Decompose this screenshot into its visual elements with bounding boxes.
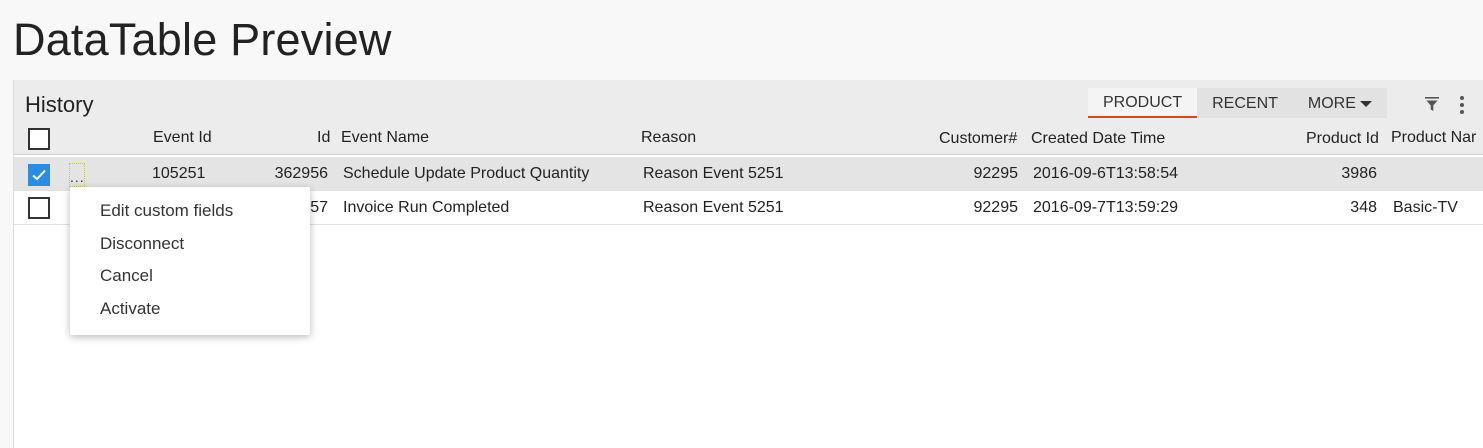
tab-recent[interactable]: RECENT (1197, 88, 1293, 118)
tab-product-label: PRODUCT (1103, 93, 1183, 111)
table-row[interactable]: ... 105251 362956 Schedule Update Produc… (14, 157, 1483, 191)
cell-customer: 92295 (973, 199, 1019, 216)
vertical-ellipsis-icon[interactable] (1456, 94, 1468, 116)
filter-icon[interactable] (1423, 95, 1441, 113)
cell-created-date-time: 2016-09-7T13:59:29 (1033, 199, 1178, 216)
cell-product-id: 348 (1350, 199, 1377, 216)
row-context-menu: Edit custom fields Disconnect Cancel Act… (70, 187, 310, 335)
cell-created-date-time: 2016-09-6T13:58:54 (1033, 165, 1178, 182)
cell-reason: Reason Event 5251 (643, 199, 784, 216)
table-header-row: Event Id Id Event Name Reason Customer# … (14, 124, 1483, 154)
tab-bar: PRODUCT RECENT MORE (1088, 88, 1387, 118)
checkmark-icon (32, 169, 46, 181)
tab-product[interactable]: PRODUCT (1088, 88, 1198, 118)
cell-event-name: Invoice Run Completed (343, 199, 510, 216)
cell-event-id: 105251 (152, 165, 206, 182)
menu-item-cancel[interactable]: Cancel (70, 260, 310, 293)
menu-item-disconnect[interactable]: Disconnect (70, 228, 310, 261)
column-header-product-id[interactable]: Product Id (1306, 130, 1379, 148)
cell-customer: 92295 (973, 165, 1019, 182)
select-all-checkbox[interactable] (28, 128, 50, 150)
row-checkbox[interactable] (28, 197, 50, 219)
cell-reason: Reason Event 5251 (643, 165, 784, 182)
caret-down-icon (1359, 101, 1372, 107)
cell-event-name: Schedule Update Product Quantity (343, 165, 590, 182)
column-header-id[interactable]: Id (317, 129, 330, 147)
column-header-event-id[interactable]: Event Id (153, 129, 212, 147)
menu-item-edit-custom-fields[interactable]: Edit custom fields (70, 195, 310, 228)
cell-product-id: 3986 (1341, 165, 1377, 182)
tab-recent-label: RECENT (1212, 94, 1278, 112)
column-header-customer[interactable]: Customer# (939, 130, 1017, 148)
column-header-reason[interactable]: Reason (641, 129, 696, 147)
column-header-product-name[interactable]: Product Nar (1391, 129, 1476, 147)
panel-header: History PRODUCT RECENT MORE Event Id Id … (14, 80, 1483, 155)
column-header-created-date-time[interactable]: Created Date Time (1031, 130, 1165, 148)
tab-more-label: MORE (1307, 94, 1356, 112)
cell-id: 362956 (274, 165, 328, 182)
panel-title: History (25, 92, 94, 117)
cell-product-name: Basic-TV (1393, 199, 1458, 216)
row-checkbox[interactable] (28, 164, 50, 186)
tab-more-dropdown[interactable]: MORE (1293, 88, 1387, 118)
page-title: DataTable Preview (13, 14, 392, 65)
column-header-event-name[interactable]: Event Name (341, 129, 429, 147)
menu-item-activate[interactable]: Activate (70, 293, 310, 326)
row-actions-menu-button[interactable]: ... (69, 163, 85, 187)
